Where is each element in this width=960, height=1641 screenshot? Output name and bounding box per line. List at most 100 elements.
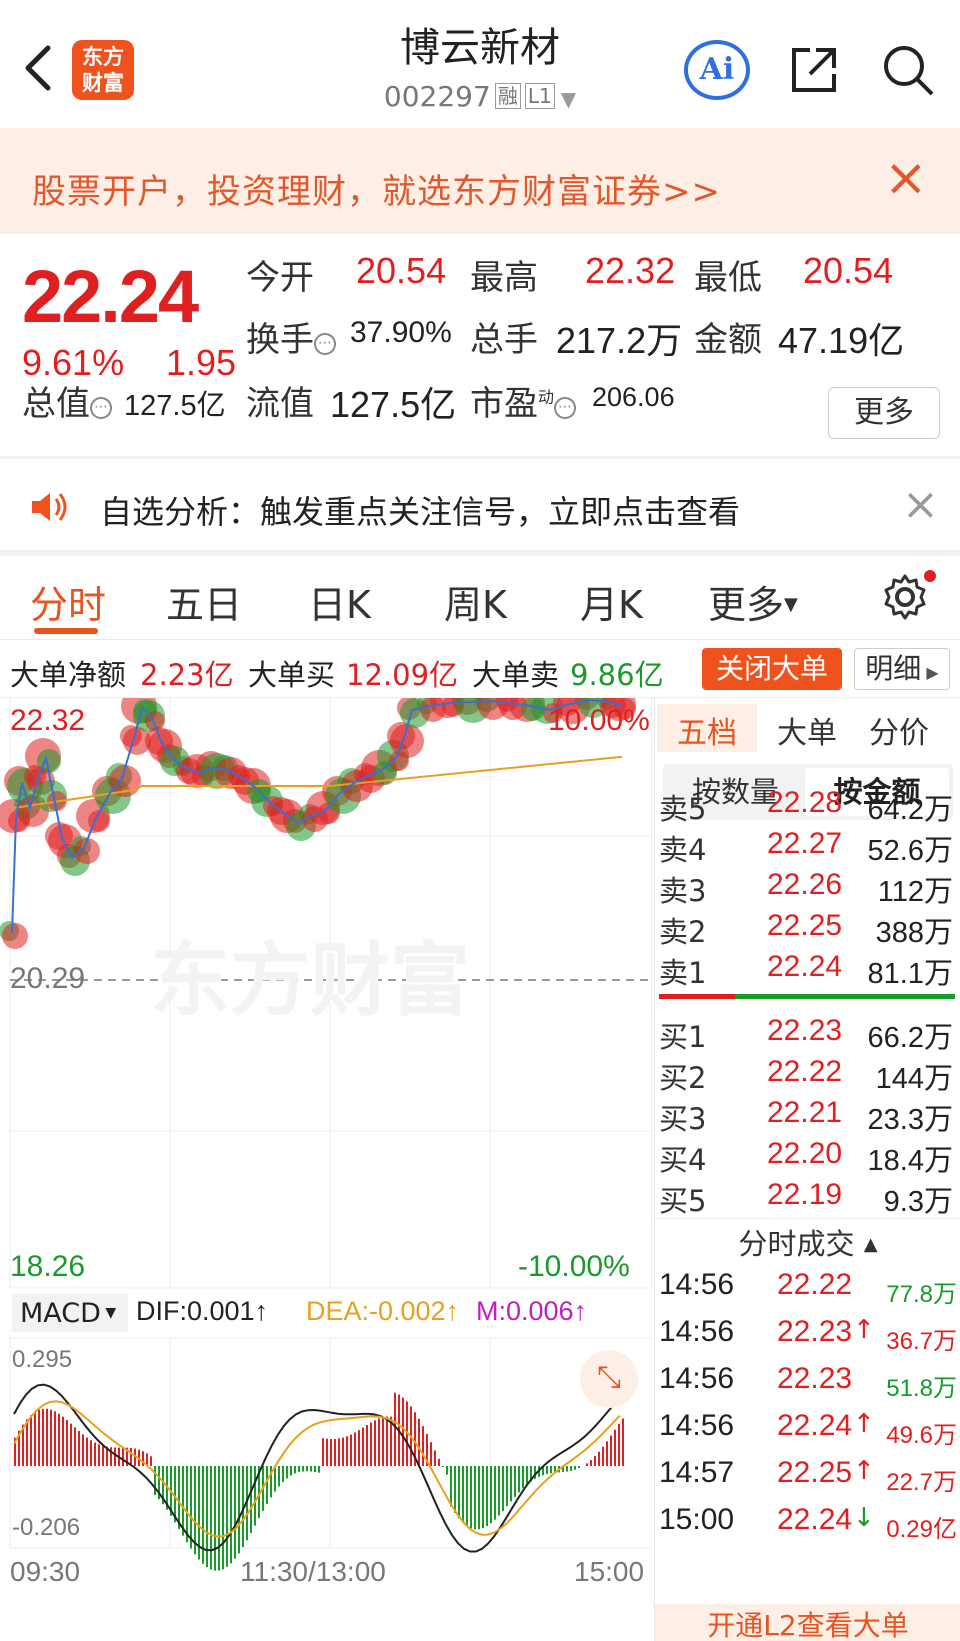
stock-code-row[interactable]: 002297 融 L1 ▼ [300,80,660,113]
macd-bar [58,1413,60,1466]
macd-bar [566,1466,568,1472]
indicator-select[interactable]: MACD ▼ [12,1294,128,1332]
macd-bar [226,1466,228,1567]
ask-row[interactable]: 卖1 22.24 81.1万 [655,950,960,992]
trade-direction-icon: ↑ [853,1315,875,1345]
pe-label[interactable]: 市盈动⋯ [470,376,577,425]
tab-price-dist[interactable]: 分价 [869,708,929,752]
macd-bar [518,1466,520,1493]
alert-bar[interactable]: 自选分析：触发重点关注信号，立即点击查看 × [0,459,960,553]
info-icon[interactable]: ⋯ [90,397,112,419]
active-tab-underline [34,628,98,634]
macd-bar [182,1466,184,1536]
macd-high-label: 0.295 [12,1346,73,1373]
ask-price: 22.24 [767,950,843,983]
pct-high-label: 10.00% [548,704,650,737]
chart-canvas[interactable]: 东方财富 [0,698,654,1641]
level-tag: L1 [524,83,555,109]
alert-text[interactable]: 自选分析：触发重点关注信号，立即点击查看 [100,487,740,533]
close-icon[interactable]: × [884,152,928,204]
bid-row[interactable]: 买2 22.22 144万 [655,1055,960,1097]
macd-bar [402,1397,404,1466]
trades-header[interactable]: 分时成交 ▲ [655,1218,960,1264]
macd-bar [446,1466,448,1475]
pe-value: 206.06 [592,382,675,412]
high-value: 22.32 [585,250,676,291]
macd-bar [570,1466,572,1471]
intraday-chart[interactable]: 东方财富 22.32 20.29 18.26 10.00% -10.00% MA… [0,698,654,1641]
macd-bar [470,1466,472,1529]
macd-bar [254,1466,256,1526]
macd-bar [382,1417,384,1466]
tab-monthly-k[interactable]: 月K [580,574,643,629]
bid-value: 18.4万 [867,1145,953,1177]
expand-icon[interactable]: ⤡ [580,1350,638,1408]
back-icon[interactable] [18,40,58,96]
macd-bar [74,1427,76,1466]
macd-histogram [14,1392,624,1571]
bid-row[interactable]: 买1 22.23 66.2万 [655,1014,960,1056]
macd-bar [486,1466,488,1527]
app-logo[interactable]: 东方 财富 [72,40,134,100]
period-tabs: 分时 五日 日K 周K 月K 更多▼ [0,556,960,640]
promo-text[interactable]: 股票开户，投资理财，就选东方财富证券>> [32,164,721,213]
info-icon[interactable]: ⋯ [554,397,577,419]
trade-direction-icon: ↑ [853,1409,875,1439]
sell-label: 大单卖 [472,658,560,692]
ask-row[interactable]: 卖5 22.28 64.2万 [655,786,960,828]
macd-bar [102,1445,104,1466]
macd-bar [586,1463,588,1466]
tab-daily-k[interactable]: 日K [308,574,371,629]
macd-bar [86,1437,88,1466]
search-icon[interactable] [880,42,936,98]
macd-bar [346,1436,348,1466]
tab-five-day[interactable]: 五日 [166,574,242,629]
trade-direction-icon: ↓ [853,1503,875,1533]
tab-intraday[interactable]: 分时 [30,574,106,629]
close-big-order-button[interactable]: 关闭大单 [702,648,842,690]
tab-five-levels[interactable]: 五档 [677,708,737,752]
trade-bubble [2,923,28,949]
info-icon[interactable]: ⋯ [314,333,336,355]
ask-row[interactable]: 卖4 22.27 52.6万 [655,827,960,869]
ask-row[interactable]: 卖3 22.26 112万 [655,868,960,910]
l2-banner[interactable]: 开通L2查看大单 [655,1604,960,1641]
trade-time: 14:56 [659,1315,735,1348]
tab-more[interactable]: 更多▼ [708,574,798,629]
promo-banner[interactable]: 股票开户，投资理财，就选东方财富证券>> × [0,128,960,234]
macd-bar [310,1466,312,1472]
notification-dot [924,570,936,582]
macd-bar [302,1466,304,1472]
macd-bar [50,1409,52,1466]
share-icon[interactable] [786,42,842,98]
macd-bar [306,1466,308,1472]
bid-row[interactable]: 买5 22.19 9.3万 [655,1178,960,1220]
macd-bar [334,1438,336,1466]
macd-bar [378,1418,380,1466]
more-button[interactable]: 更多 [828,387,940,439]
trade-time: 14:57 [659,1456,735,1489]
ask-row[interactable]: 卖2 22.25 388万 [655,909,960,951]
caret-down-icon[interactable]: ▼ [561,87,576,111]
ask-value: 388万 [875,917,953,949]
macd-bar [330,1438,332,1466]
open-label: 今开 [246,258,314,298]
bid-row[interactable]: 买4 22.20 18.4万 [655,1137,960,1179]
ai-assistant-button[interactable]: Ai [684,40,750,100]
macd-bar [286,1466,288,1479]
macd-bar [370,1422,372,1466]
bid-row[interactable]: 买3 22.21 23.3万 [655,1096,960,1138]
ask-label: 卖3 [659,874,707,908]
turnover-label[interactable]: 换手 ⋯ [246,312,336,361]
gear-icon[interactable] [880,572,930,622]
macd-bar [458,1466,460,1519]
bid-value: 144万 [875,1063,953,1095]
detail-button[interactable]: 明细 ▶ [854,648,950,690]
tab-weekly-k[interactable]: 周K [444,574,507,629]
mktcap-label[interactable]: 总值 ⋯ [22,376,112,425]
macd-bar [206,1466,208,1568]
close-icon[interactable]: × [902,479,939,530]
macd-bar [326,1438,328,1466]
macd-bar [178,1466,180,1529]
tab-big-orders[interactable]: 大单 [777,708,837,752]
